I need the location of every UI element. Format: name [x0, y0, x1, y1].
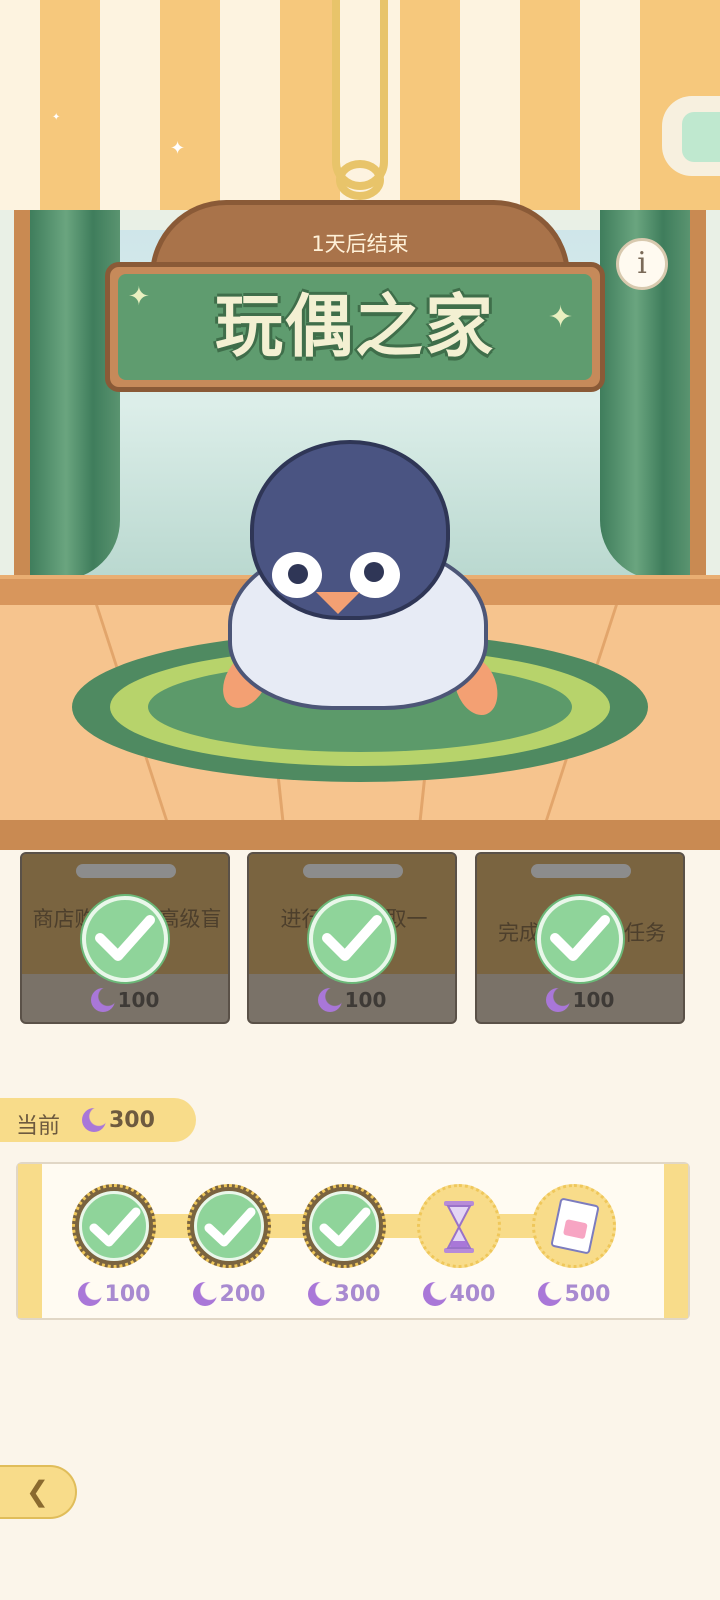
sign-rope-knot [336, 160, 384, 200]
sparkle-icon: ✦ [548, 300, 574, 335]
milestone-node[interactable] [532, 1184, 616, 1268]
milestone-node[interactable] [302, 1184, 386, 1268]
penguin-beak [316, 592, 360, 614]
task-reward: 100 [477, 988, 683, 1012]
milestone-amount: 500 [519, 1282, 629, 1307]
awning-stripe [220, 0, 280, 210]
current-points-number: 300 [109, 1108, 155, 1133]
sparkle-icon: ✦ [170, 138, 186, 159]
hourglass-icon [444, 1201, 474, 1253]
task-card-slot [303, 864, 403, 878]
awning-stripe [100, 0, 160, 210]
event-title: 玩偶之家 [214, 288, 495, 367]
info-icon: i [637, 246, 647, 281]
awning-stripe [40, 0, 100, 210]
check-icon [309, 896, 395, 982]
awning-stripe [280, 0, 340, 210]
moon-icon [307, 1282, 332, 1306]
task-reward-value: 100 [344, 988, 387, 1012]
sparkle-icon: ✦ [128, 282, 150, 312]
milestone-node[interactable] [187, 1184, 271, 1268]
current-points-value: 300 [82, 1108, 155, 1133]
task-card[interactable]: 商店购买一张高级盲盒兑换券 100 [20, 852, 230, 1024]
moon-icon [192, 1282, 217, 1306]
back-button[interactable]: ❮ [0, 1465, 77, 1519]
awning-stripe [580, 0, 640, 210]
info-button[interactable]: i [616, 238, 668, 290]
awning-stripe [520, 0, 580, 210]
current-points-label: 当前 [16, 1114, 61, 1139]
check-icon [537, 896, 623, 982]
milestone-amount: 100 [59, 1282, 169, 1307]
track-edge-right [664, 1164, 688, 1318]
check-icon [82, 896, 168, 982]
back-arrow-icon: ❮ [25, 1475, 50, 1508]
moon-icon [317, 988, 342, 1012]
floor-edge [0, 820, 720, 850]
ticket-icon [550, 1197, 600, 1255]
check-icon [79, 1191, 149, 1261]
task-reward: 100 [22, 988, 228, 1012]
task-card-slot [76, 864, 176, 878]
event-countdown: 1天后结束 [311, 232, 409, 256]
track-edge-left [18, 1164, 42, 1318]
task-reward-value: 100 [117, 988, 160, 1012]
milestone-node[interactable] [417, 1184, 501, 1268]
moon-icon [537, 1282, 562, 1306]
milestone-amount-value: 100 [104, 1282, 151, 1307]
task-reward-value: 100 [572, 988, 615, 1012]
task-reward: 100 [249, 988, 455, 1012]
side-tab-icon [682, 112, 720, 162]
moon-icon [77, 1282, 102, 1306]
task-card-slot [531, 864, 631, 878]
moon-icon [82, 1108, 106, 1132]
milestone-amount-value: 200 [219, 1282, 266, 1307]
task-card[interactable]: 进行一次领取一 100 [247, 852, 457, 1024]
milestone-amount-value: 300 [334, 1282, 381, 1307]
curtain-left [30, 210, 120, 580]
penguin-eye [272, 552, 322, 598]
milestone-amount: 200 [174, 1282, 284, 1307]
awning-stripe [460, 0, 520, 210]
doll-house-scene: ✦ ✦ 1天后结束 玩偶之家 ✦ ✦ i [0, 0, 720, 850]
milestone-amount: 400 [404, 1282, 514, 1307]
task-card[interactable]: 完成一个每日任务 100 [475, 852, 685, 1024]
moon-icon [545, 988, 570, 1012]
awning-stripe [400, 0, 460, 210]
sparkle-icon: ✦ [52, 112, 61, 123]
awning-stripe [160, 0, 220, 210]
milestone-node[interactable] [72, 1184, 156, 1268]
milestone-amount: 300 [289, 1282, 399, 1307]
check-icon [194, 1191, 264, 1261]
check-icon [309, 1191, 379, 1261]
moon-icon [90, 988, 115, 1012]
moon-icon [422, 1282, 447, 1306]
milestone-amount-value: 400 [449, 1282, 496, 1307]
awning-stripe [0, 0, 40, 210]
milestone-amount-value: 500 [564, 1282, 611, 1307]
